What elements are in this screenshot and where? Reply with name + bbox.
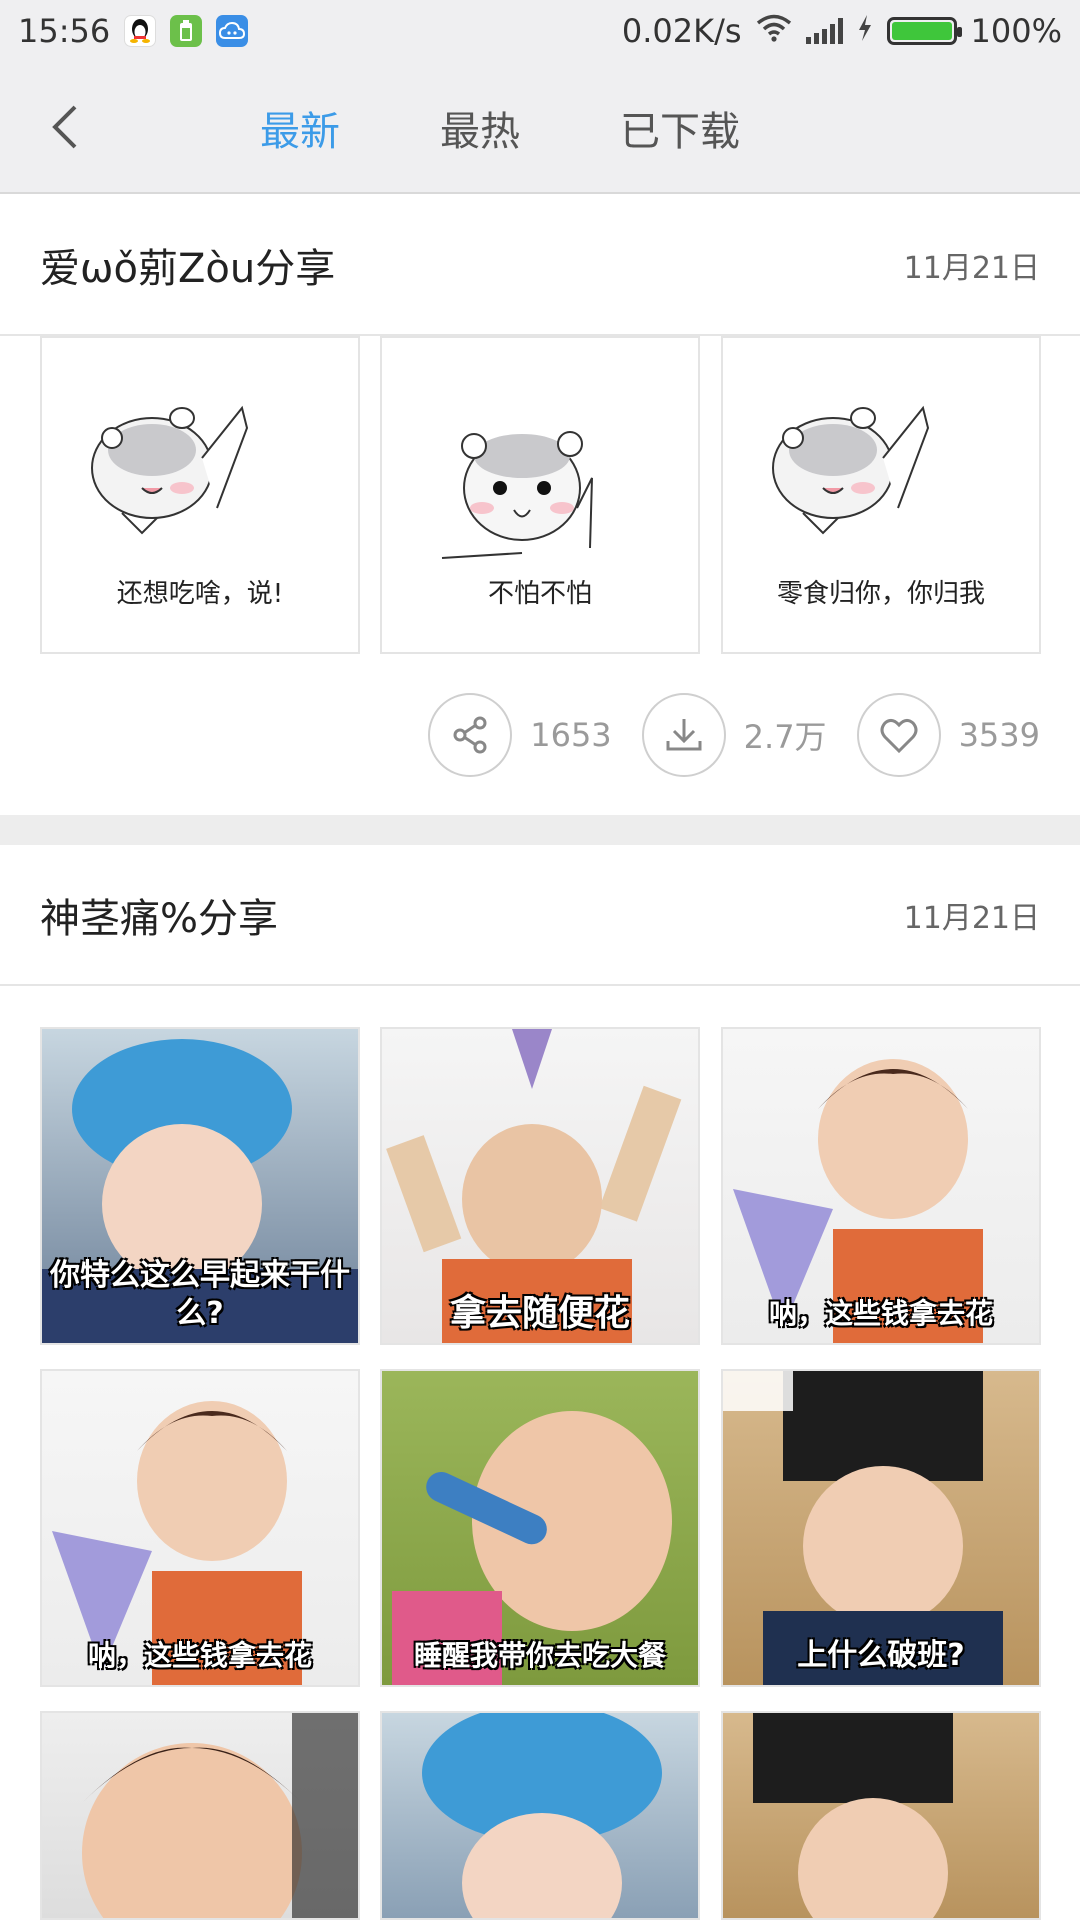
card-title: 神茎痛%分享 bbox=[40, 896, 279, 942]
sticker-caption: 还想吃啥，说! bbox=[116, 579, 284, 609]
card-actions: 1653 2.7万 3539 bbox=[428, 693, 1040, 777]
hamster-sticker-image bbox=[441, 431, 593, 559]
battery-percent: 100% bbox=[970, 12, 1062, 50]
section-divider bbox=[0, 815, 1080, 845]
sticker-caption: 不怕不怕 bbox=[487, 579, 592, 609]
meme-caption: 呐，这些钱拿去花 bbox=[87, 1639, 312, 1672]
share-button[interactable] bbox=[428, 693, 513, 777]
status-bar: 15:56 0.02K/s 100% bbox=[0, 0, 1080, 62]
cloud-icon bbox=[216, 15, 249, 47]
tab-latest[interactable]: 最新 bbox=[260, 99, 340, 157]
meme-thumbnail[interactable]: 上什么破班? bbox=[721, 1369, 1041, 1687]
card-header[interactable]: 神茎痛%分享 11月21日 bbox=[0, 846, 1080, 986]
child-photo-image bbox=[82, 1713, 358, 1918]
tab-hottest[interactable]: 最热 bbox=[440, 99, 520, 157]
download-button[interactable] bbox=[641, 693, 726, 777]
chevron-left-icon bbox=[52, 105, 77, 149]
signal-icon bbox=[805, 18, 843, 44]
status-time: 15:56 bbox=[18, 12, 111, 50]
card-date: 11月21日 bbox=[903, 901, 1040, 936]
network-speed: 0.02K/s bbox=[621, 12, 742, 50]
meme-thumbnail[interactable]: 睡醒我带你去吃大餐 bbox=[380, 1369, 700, 1687]
share-count: 1653 bbox=[530, 716, 612, 754]
meme-thumbnail[interactable]: 你特么这么早起来干什么? bbox=[40, 1027, 360, 1345]
meme-thumbnail[interactable]: 呐，这些钱拿去花 bbox=[40, 1369, 360, 1687]
sticker-thumbnail[interactable]: 还想吃啥，说! bbox=[40, 336, 360, 654]
meme-caption: 拿去随便花 bbox=[449, 1293, 630, 1334]
meme-thumbnail[interactable]: 拿去随便花 bbox=[380, 1027, 700, 1345]
card-title: 爱ωǒ莂Zòu分享 bbox=[40, 246, 336, 292]
card-date: 11月21日 bbox=[903, 251, 1040, 286]
tab-downloaded[interactable]: 已下载 bbox=[620, 99, 740, 157]
top-nav-bar: 最新 最热 已下载 bbox=[0, 62, 1080, 194]
sticker-thumbnail[interactable]: 不怕不怕 bbox=[380, 336, 700, 654]
battery-saver-icon bbox=[170, 15, 203, 47]
wifi-icon bbox=[756, 12, 792, 50]
meme-thumbnail[interactable] bbox=[380, 1711, 700, 1920]
back-button[interactable] bbox=[30, 92, 100, 162]
meme-thumbnail[interactable]: 呐，这些钱拿去花 bbox=[721, 1027, 1041, 1345]
meme-caption: 呐，这些钱拿去花 bbox=[768, 1297, 993, 1330]
qq-icon bbox=[124, 15, 157, 47]
download-count: 2.7万 bbox=[743, 718, 827, 756]
meme-caption: 睡醒我带你去吃大餐 bbox=[413, 1639, 666, 1672]
meme-thumbnail[interactable] bbox=[40, 1711, 360, 1920]
tab-bar: 最新 最热 已下载 bbox=[260, 62, 840, 194]
sticker-caption: 零食归你，你归我 bbox=[776, 579, 985, 609]
like-button[interactable] bbox=[856, 693, 941, 777]
heart-icon bbox=[880, 718, 918, 754]
hamster-sticker-image bbox=[91, 405, 249, 535]
meme-thumbnail[interactable] bbox=[721, 1711, 1041, 1920]
download-icon bbox=[666, 719, 702, 751]
share-icon bbox=[453, 716, 487, 754]
meme-caption: 你特么这么早起来干什么? bbox=[50, 1258, 350, 1331]
sticker-thumbnail[interactable]: 零食归你，你归我 bbox=[721, 336, 1041, 654]
meme-caption: 上什么破班? bbox=[797, 1638, 965, 1673]
child-photo-image bbox=[753, 1713, 953, 1918]
battery-icon bbox=[886, 17, 962, 45]
card-header[interactable]: 爱ωǒ莂Zòu分享 11月21日 bbox=[0, 196, 1080, 336]
like-count: 3539 bbox=[958, 716, 1040, 754]
charging-icon bbox=[857, 12, 873, 50]
child-photo-image bbox=[422, 1713, 662, 1918]
hamster-sticker-image bbox=[772, 405, 930, 535]
